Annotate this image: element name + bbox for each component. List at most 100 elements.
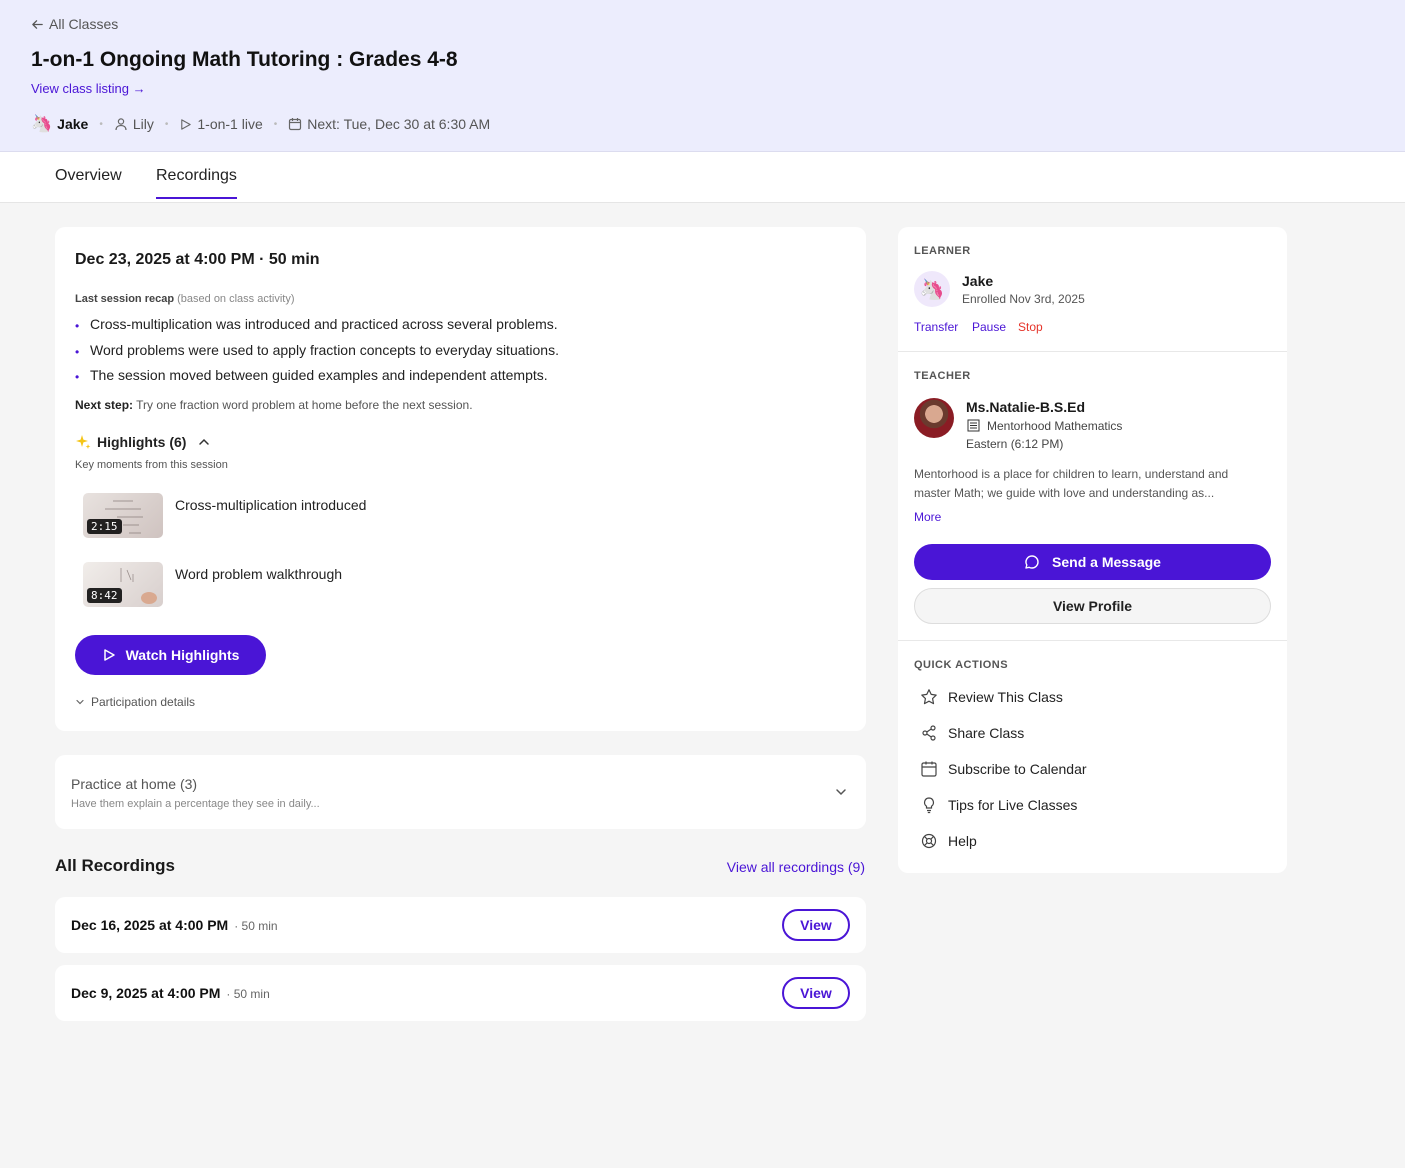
bullet-icon: • xyxy=(75,370,80,384)
back-label: All Classes xyxy=(49,16,119,32)
unicorn-icon: 🦄 xyxy=(919,278,945,301)
view-recording-button[interactable]: View xyxy=(782,909,850,941)
tips-action[interactable]: Tips for Live Classes xyxy=(920,796,1077,814)
chevron-down-icon xyxy=(836,789,846,796)
watch-highlights-label: Watch Highlights xyxy=(125,647,240,663)
teacher-section-label: TEACHER xyxy=(914,370,971,382)
list-item: • Word problems were used to apply fracti… xyxy=(75,342,559,368)
next-step: Next step: Try one fraction word problem… xyxy=(75,398,473,412)
view-listing-link[interactable]: View class listing → xyxy=(31,81,146,96)
learner-name: Jake xyxy=(962,273,994,289)
teacher-avatar[interactable] xyxy=(914,398,954,438)
recap-list: • Cross-multiplication was introduced and… xyxy=(75,316,559,393)
review-class-action[interactable]: Review This Class xyxy=(920,688,1063,706)
teacher-org: Mentorhood Mathematics xyxy=(966,418,1122,433)
action-label: Tips for Live Classes xyxy=(948,797,1078,813)
action-label: Review This Class xyxy=(948,689,1063,705)
practice-subtitle: Have them explain a percentage they see … xyxy=(71,798,320,810)
star-icon xyxy=(921,689,937,705)
highlight-clip[interactable]: 8:42 Word problem walkthrough xyxy=(83,562,342,607)
subscribe-calendar-action[interactable]: Subscribe to Calendar xyxy=(920,760,1087,778)
calendar-icon xyxy=(289,118,302,131)
view-recording-button[interactable]: View xyxy=(782,977,850,1009)
divider xyxy=(898,351,1287,352)
unicorn-icon: 🦄 xyxy=(31,114,53,133)
next-session-chip: Next: Tue, Dec 30 at 6:30 AM xyxy=(288,116,490,132)
participation-toggle[interactable]: Participation details xyxy=(75,695,195,709)
clip-label: Cross-multiplication introduced xyxy=(175,497,367,513)
action-label: Subscribe to Calendar xyxy=(948,761,1087,777)
recordings-heading: All Recordings xyxy=(55,856,175,875)
teacher-name[interactable]: Ms.Natalie-B.S.Ed xyxy=(966,399,1085,415)
learner-section-label: LEARNER xyxy=(914,245,971,257)
recap-note: (based on class activity) xyxy=(177,293,295,305)
recap-label: Last session recap (based on class activ… xyxy=(75,293,295,305)
format-chip: 1-on-1 live xyxy=(179,116,263,132)
learner-chip[interactable]: 🦄 Jake xyxy=(31,114,88,134)
teacher-timezone: Eastern (6:12 PM) xyxy=(966,437,1064,451)
lightbulb-icon xyxy=(923,797,935,814)
view-all-recordings-link[interactable]: View all recordings (9) xyxy=(727,859,865,875)
pause-link[interactable]: Pause xyxy=(972,320,1006,334)
recording-date-text: Dec 9, 2025 at 4:00 PM xyxy=(71,985,221,1001)
bullet-icon: • xyxy=(75,319,80,333)
chevron-up-icon xyxy=(199,438,210,445)
teacher-org-name: Mentorhood Mathematics xyxy=(987,418,1123,433)
sparkle-icon xyxy=(76,435,91,449)
play-icon xyxy=(181,118,192,130)
sidebar-card: LEARNER 🦄 Jake Enrolled Nov 3rd, 2025 Tr… xyxy=(898,227,1287,873)
recording-row: Dec 9, 2025 at 4:00 PM · 50 min View xyxy=(55,965,866,1021)
teacher-chip: Lily xyxy=(114,116,154,132)
arrow-left-icon xyxy=(32,19,43,29)
recap-text: Word problems were used to apply fractio… xyxy=(90,341,559,358)
help-action[interactable]: Help xyxy=(920,832,977,850)
tab-recordings[interactable]: Recordings xyxy=(156,167,237,199)
tab-overview[interactable]: Overview xyxy=(55,167,122,185)
clip-label: Word problem walkthrough xyxy=(175,566,343,582)
learner-enrolled: Enrolled Nov 3rd, 2025 xyxy=(962,292,1085,306)
highlights-toggle[interactable]: Highlights (6) xyxy=(75,434,210,450)
practice-card[interactable]: Practice at home (3) Have them explain a… xyxy=(55,755,866,829)
chevron-down-icon xyxy=(76,699,84,705)
practice-title: Practice at home (3) xyxy=(71,776,198,792)
separator: • xyxy=(273,118,278,130)
learner-avatar: 🦄 xyxy=(914,271,950,307)
recording-row: Dec 16, 2025 at 4:00 PM · 50 min View xyxy=(55,897,866,953)
bullet-icon: • xyxy=(75,344,80,359)
send-message-button[interactable]: Send a Message xyxy=(914,544,1271,580)
next-session: Next: Tue, Dec 30 at 6:30 AM xyxy=(307,116,491,132)
watch-highlights-button[interactable]: Watch Highlights xyxy=(75,635,266,675)
class-header: All Classes 1-on-1 Ongoing Math Tutoring… xyxy=(0,0,1405,152)
highlight-clip[interactable]: 2:15 Cross-multiplication introduced xyxy=(83,493,366,538)
share-class-action[interactable]: Share Class xyxy=(920,724,1024,742)
next-step-label: Next step: xyxy=(75,398,134,412)
list-item: • The session moved between guided exampl… xyxy=(75,367,559,393)
divider xyxy=(898,640,1287,641)
highlights-label: Highlights (6) xyxy=(97,434,187,450)
learner-name: Jake xyxy=(57,116,89,132)
clip-timestamp: 8:42 xyxy=(87,588,122,603)
back-link[interactable]: All Classes xyxy=(31,16,118,32)
play-icon xyxy=(103,649,115,661)
participation-label: Participation details xyxy=(91,695,196,709)
clip-timestamp: 2:15 xyxy=(87,519,122,534)
more-link[interactable]: More xyxy=(914,510,941,524)
recording-date: Dec 16, 2025 at 4:00 PM · 50 min xyxy=(71,917,278,933)
action-label: Share Class xyxy=(948,725,1025,741)
view-profile-button[interactable]: View Profile xyxy=(914,588,1271,624)
separator: • xyxy=(99,118,103,130)
recording-date-text: Dec 16, 2025 at 4:00 PM xyxy=(71,917,229,933)
separator: • xyxy=(164,118,169,130)
transfer-link[interactable]: Transfer xyxy=(914,320,958,334)
session-title: Dec 23, 2025 at 4:00 PM · 50 min xyxy=(75,251,320,268)
calendar-icon xyxy=(921,761,937,777)
recording-duration: · 50 min xyxy=(226,987,270,1001)
stop-link[interactable]: Stop xyxy=(1018,320,1043,334)
share-icon xyxy=(922,725,936,741)
teacher-bio: Mentorhood is a place for children to le… xyxy=(914,467,1229,500)
next-step-text: Try one fraction word problem at home be… xyxy=(136,398,473,412)
person-icon xyxy=(115,118,127,131)
teacher-name: Lily xyxy=(132,116,154,132)
clip-thumbnail: 8:42 xyxy=(83,562,163,607)
class-meta: 🦄 Jake • Lily • 1-on-1 live • Next: Tue,… xyxy=(31,114,490,134)
